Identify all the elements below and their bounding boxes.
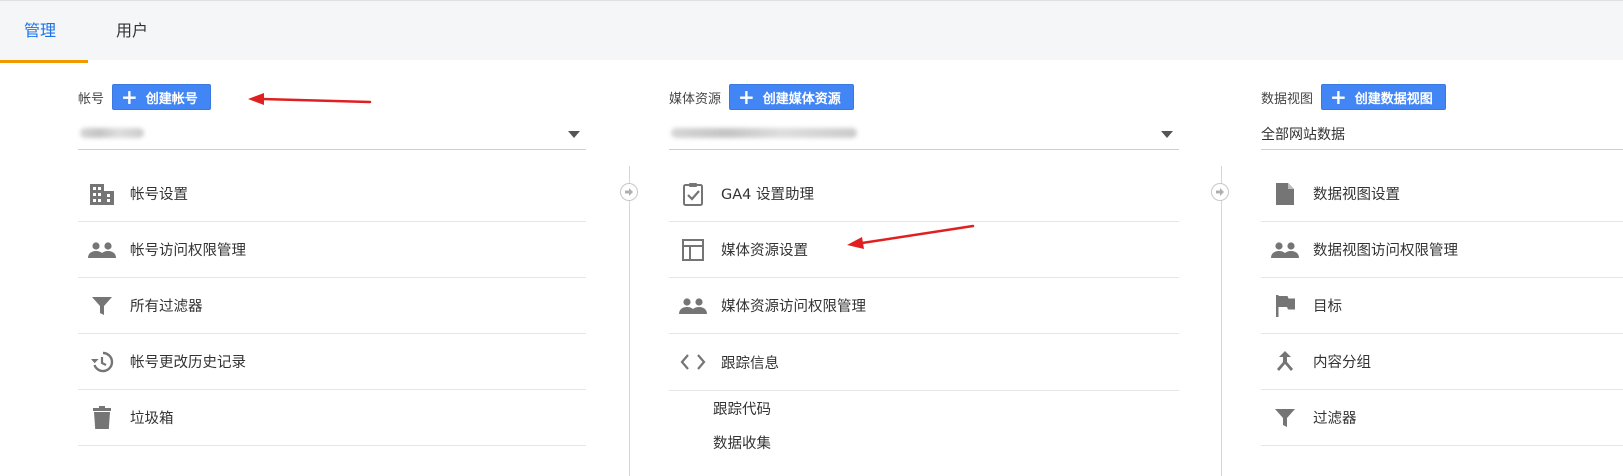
account-settings-item[interactable]: 帐号设置 [78,166,586,222]
property-settings-label: 媒体资源设置 [721,243,808,259]
account-history-label: 帐号更改历史记录 [130,355,246,371]
code-icon [679,348,707,376]
create-view-label: 创建数据视图 [1354,91,1433,107]
account-access-item[interactable]: 帐号访问权限管理 [78,222,586,278]
property-access-label: 媒体资源访问权限管理 [721,299,866,315]
view-header: 数据视图 + 创建数据视图 [1261,84,1446,110]
create-account-label: 创建帐号 [145,91,198,107]
view-selected-value: 全部网站数据 [1261,127,1345,143]
people-icon [88,236,116,264]
property-name-redacted [671,128,857,138]
flag-icon [1271,292,1299,320]
goals-item[interactable]: 目标 [1261,278,1623,334]
property-header: 媒体资源 + 创建媒体资源 [669,84,854,110]
plus-icon: + [121,85,138,109]
merge-icon [1271,348,1299,376]
view-filters-label: 过滤器 [1313,411,1357,427]
property-column-label: 媒体资源 [669,91,722,107]
property-settings-item[interactable]: 媒体资源设置 [669,222,1179,278]
data-collection-link[interactable]: 数据收集 [669,425,1179,459]
view-column-label: 数据视图 [1261,91,1314,107]
tracking-info-label: 跟踪信息 [721,355,779,372]
tab-user[interactable]: 用户 [92,1,172,60]
history-icon [88,348,116,376]
arrow-right-icon [620,183,638,201]
ga4-setup-label: GA4 设置助理 [721,187,814,203]
view-access-label: 数据视图访问权限管理 [1313,243,1458,259]
account-settings-label: 帐号设置 [130,187,188,203]
account-access-label: 帐号访问权限管理 [130,243,246,259]
property-access-item[interactable]: 媒体资源访问权限管理 [669,278,1179,334]
trash-label: 垃圾箱 [130,411,174,427]
account-menu: 帐号设置 帐号访问权限管理 所有过滤器 帐号更改历史记录 垃圾箱 [78,166,586,446]
tracking-info-item[interactable]: 跟踪信息 [669,334,1179,390]
people-icon [679,292,707,320]
content-grouping-label: 内容分组 [1313,355,1371,371]
property-menu: GA4 设置助理 媒体资源设置 媒体资源访问权限管理 跟踪信息 跟踪代码 数据收… [669,166,1179,459]
create-view-button[interactable]: + 创建数据视图 [1321,84,1446,110]
chevron-down-icon[interactable] [1161,131,1173,138]
chevron-down-icon[interactable] [568,131,580,138]
filter-icon [88,292,116,320]
view-settings-label: 数据视图设置 [1313,187,1400,203]
view-access-item[interactable]: 数据视图访问权限管理 [1261,222,1623,278]
view-menu: 数据视图设置 数据视图访问权限管理 目标 内容分组 过滤器 [1261,166,1623,446]
account-column-label: 帐号 [78,91,105,107]
view-selector[interactable]: 全部网站数据 [1261,120,1623,150]
view-filters-item[interactable]: 过滤器 [1261,390,1623,446]
arrow-right-icon [1211,183,1229,201]
goals-label: 目标 [1313,299,1342,315]
tab-admin[interactable]: 管理 [0,1,88,63]
content-grouping-item[interactable]: 内容分组 [1261,334,1623,390]
ga4-setup-item[interactable]: GA4 设置助理 [669,166,1179,222]
account-history-item[interactable]: 帐号更改历史记录 [78,334,586,390]
clipboard-check-icon [679,180,707,208]
column-divider [629,166,630,476]
building-icon [88,180,116,208]
plus-icon: + [738,85,755,109]
create-property-button[interactable]: + 创建媒体资源 [729,84,854,110]
account-header: 帐号 + 创建帐号 [78,84,211,110]
account-selector[interactable] [78,120,586,150]
account-name-redacted [80,128,144,138]
plus-icon: + [1330,85,1347,109]
annotation-arrow-icon [248,93,372,105]
property-selector[interactable] [669,120,1179,150]
view-settings-item[interactable]: 数据视图设置 [1261,166,1623,222]
filter-icon [1271,404,1299,432]
layout-icon [679,236,707,264]
all-filters-item[interactable]: 所有过滤器 [78,278,586,334]
tab-bar: 管理 用户 [0,0,1623,63]
trash-item[interactable]: 垃圾箱 [78,390,586,446]
trash-icon [88,404,116,432]
document-icon [1271,180,1299,208]
people-icon [1271,236,1299,264]
all-filters-label: 所有过滤器 [130,299,203,315]
create-account-button[interactable]: + 创建帐号 [112,84,211,110]
create-property-label: 创建媒体资源 [762,91,841,107]
column-divider [1221,166,1222,476]
tracking-code-link[interactable]: 跟踪代码 [669,391,1179,425]
